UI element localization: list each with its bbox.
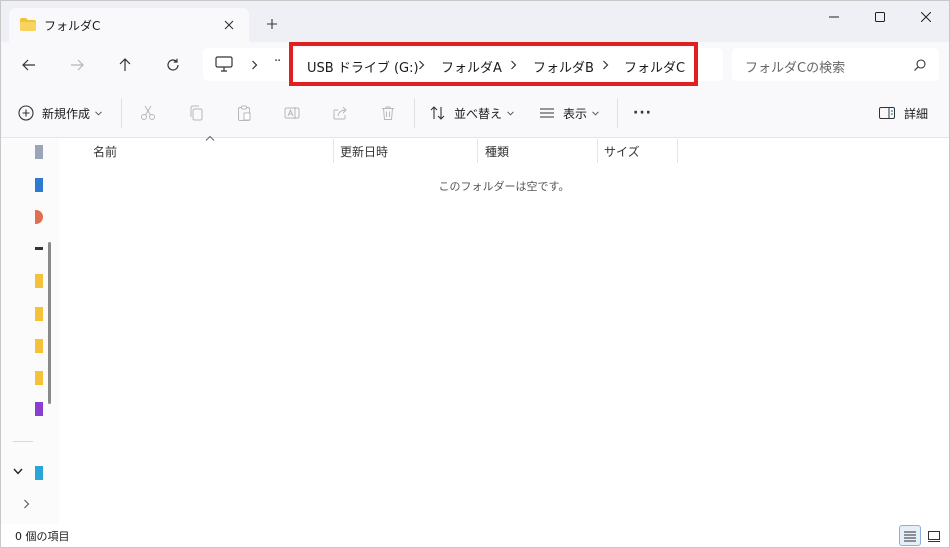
details-pane-button[interactable]: 詳細 [879,101,928,125]
more-options-button[interactable]: ··· [633,101,652,125]
tab-close-button[interactable] [217,13,241,37]
sort-button[interactable]: 並べ替え [430,101,514,125]
cut-button[interactable] [136,101,160,125]
forward-button[interactable] [62,51,92,79]
status-bar: 0 個の項目 [1,524,949,547]
up-button[interactable] [110,51,140,79]
navigation-pane [1,139,59,524]
arrow-up-icon [119,58,131,71]
nav-item-icon[interactable] [35,145,43,159]
divider [617,98,618,128]
column-header-date[interactable]: 更新日時 [334,139,478,163]
column-name-label: 名前 [93,145,118,159]
empty-folder-message: このフォルダーは空です。 [438,180,570,193]
divider [13,441,33,442]
tab-title: フォルダC [44,19,101,33]
chevron-down-icon [95,110,102,116]
divider [121,98,122,128]
plus-icon [267,19,277,29]
details-view-icon [904,531,916,541]
search-icon [914,59,926,71]
list-view-icon [540,108,554,118]
close-icon [224,20,234,30]
folder-icon[interactable] [35,339,43,353]
file-list: 名前 更新日時 種類 サイズ このフォルダーは空です。 [59,135,949,524]
minimize-icon [829,16,839,18]
share-button[interactable] [328,101,352,125]
details-button-label: 詳細 [904,106,929,121]
arrow-right-icon [71,59,84,71]
refresh-icon [167,58,179,71]
column-header-size[interactable]: サイズ [598,139,678,163]
clipboard-icon [238,105,251,121]
rename-button[interactable] [280,101,304,125]
column-header-type[interactable]: 種類 [478,139,598,163]
refresh-button[interactable] [158,51,188,79]
drive-icon[interactable] [35,466,43,480]
scissors-icon [141,105,155,120]
copy-icon [190,105,203,121]
view-button[interactable]: 表示 [539,101,599,125]
column-size-label: サイズ [604,145,640,159]
folder-icon [20,18,36,31]
nav-item-icon[interactable] [35,247,43,250]
chevron-down-icon[interactable] [13,468,23,475]
column-header-name[interactable]: 名前 [59,135,334,163]
view-button-label: 表示 [563,106,588,121]
column-date-label: 更新日時 [340,145,389,159]
sort-ascending-icon [205,135,215,141]
maximize-icon [875,12,885,22]
this-pc-icon [215,56,233,72]
folder-icon[interactable] [35,274,43,288]
paste-button[interactable] [232,101,256,125]
details-view-button[interactable] [899,525,921,546]
more-icon: ··· [633,105,652,121]
breadcrumb-highlight-box [289,42,698,86]
chevron-right-icon [252,60,258,70]
close-icon [921,12,931,22]
breadcrumb-overflow[interactable]: ·· [274,54,281,69]
tab-folder-c[interactable]: フォルダC [9,8,249,42]
folder-icon[interactable] [35,307,43,321]
chevron-down-icon [507,110,514,116]
minimize-button[interactable] [811,1,857,33]
nav-item-icon[interactable] [35,210,43,224]
new-button-label: 新規作成 [42,106,91,121]
plus-circle-icon [18,105,34,121]
title-bar: フォルダC [1,1,949,42]
details-pane-icon [879,107,895,119]
new-tab-button[interactable] [260,12,284,36]
column-type-label: 種類 [485,145,510,159]
rename-icon [284,107,300,119]
tiles-view-icon [928,530,940,542]
new-button[interactable]: 新規作成 [18,101,102,125]
copy-button[interactable] [184,101,208,125]
delete-button[interactable] [376,101,400,125]
item-count: 0 個の項目 [15,530,70,543]
nav-pane-scrollbar[interactable] [48,242,51,404]
nav-item-icon[interactable] [35,178,43,192]
search-placeholder: フォルダCの検索 [745,61,846,76]
back-button[interactable] [14,51,44,79]
nav-item-icon[interactable] [35,402,43,416]
large-icons-view-button[interactable] [923,525,945,546]
command-bar: 新規作成 並べ替え 表示 ··· 詳細 [1,88,949,138]
file-explorer-window: フォルダC ·· USB ドライブ (G:) フォルダA フォルダB フォルダC… [0,0,950,548]
chevron-right-icon[interactable] [23,499,30,509]
trash-icon [382,106,394,120]
sort-button-label: 並べ替え [454,106,503,121]
sort-icon [430,106,445,120]
arrow-left-icon [22,59,35,71]
chevron-down-icon [592,110,599,116]
divider [414,98,415,128]
share-icon [333,106,347,120]
folder-icon[interactable] [35,371,43,385]
search-input[interactable]: フォルダCの検索 [732,48,939,81]
close-window-button[interactable] [903,1,949,33]
maximize-button[interactable] [857,1,903,33]
